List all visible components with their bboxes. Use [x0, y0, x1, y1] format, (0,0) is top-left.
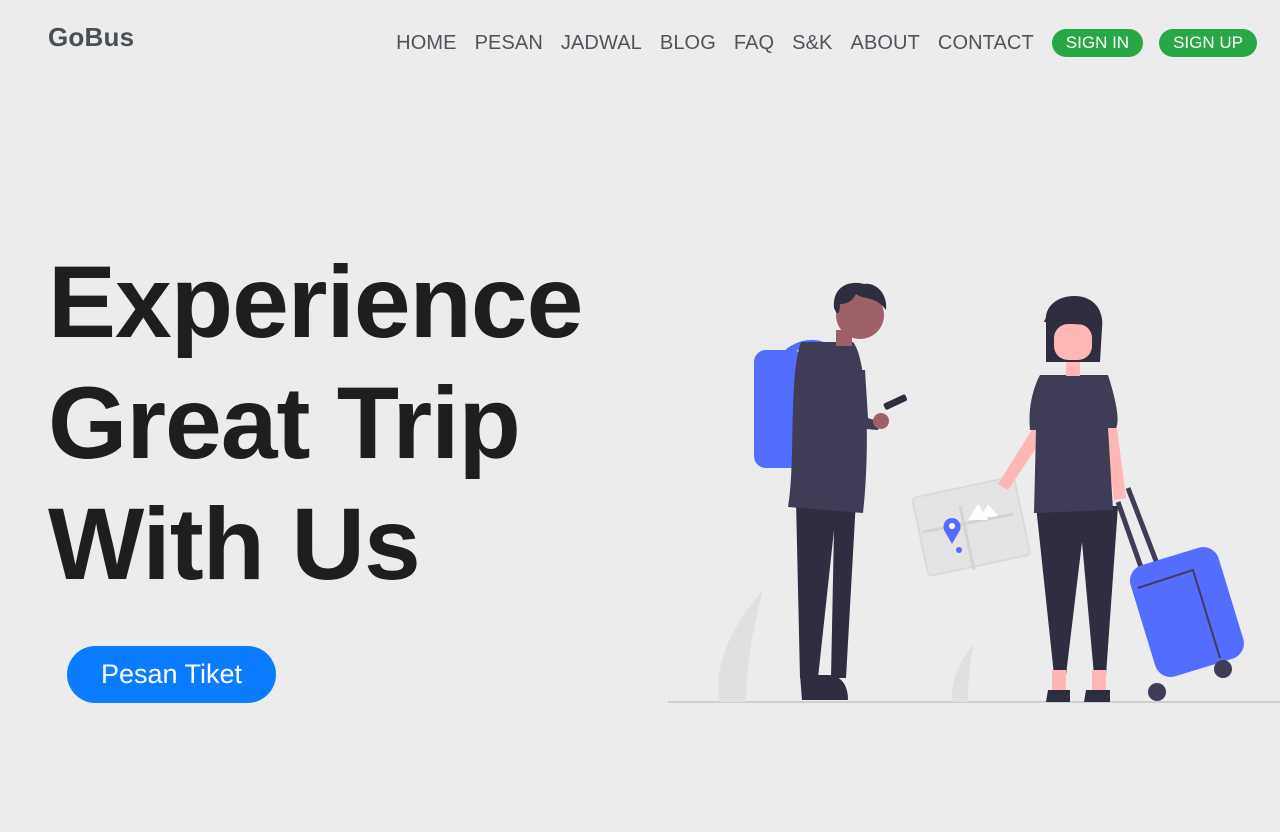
hero-title-line-3: With Us [48, 487, 421, 601]
man-legs [796, 500, 856, 678]
nav-snk[interactable]: S&K [792, 28, 832, 58]
hero-title-line-2: Great Trip [48, 366, 521, 480]
nav-blog[interactable]: BLOG [660, 28, 716, 58]
woman-legs [1036, 506, 1118, 675]
suitcase [1129, 547, 1244, 677]
woman-shoe [1084, 690, 1110, 702]
phone [883, 394, 908, 410]
man-hand [873, 413, 889, 429]
nav-pesan[interactable]: PESAN [475, 28, 543, 58]
woman-face [1054, 324, 1092, 360]
map-pin-dot [949, 523, 955, 529]
woman-torso [1029, 375, 1118, 513]
leaf-shape [952, 645, 973, 702]
pesan-tiket-button[interactable]: Pesan Tiket [67, 646, 276, 703]
woman-ankle [1052, 670, 1066, 692]
woman-ankle [1092, 670, 1106, 692]
map-dot [956, 547, 962, 553]
hero-title-line-1: Experience [48, 245, 583, 359]
suitcase-wheel [1214, 660, 1232, 678]
suitcase-wheel [1148, 683, 1166, 701]
nav-about[interactable]: ABOUT [851, 28, 920, 58]
suitcase-handle [1125, 487, 1161, 567]
nav-jadwal[interactable]: JADWAL [561, 28, 642, 58]
sign-up-button[interactable]: SIGN UP [1159, 29, 1257, 57]
nav-faq[interactable]: FAQ [734, 28, 774, 58]
main-nav: HOME PESAN JADWAL BLOG FAQ S&K ABOUT CON… [396, 28, 1257, 58]
nav-contact[interactable]: CONTACT [938, 28, 1034, 58]
nav-home[interactable]: HOME [396, 28, 456, 58]
woman-shoe [1046, 690, 1070, 702]
hero-title: Experience Great Trip With Us [48, 242, 583, 605]
brand-logo[interactable]: GoBus [48, 22, 134, 53]
travelers-illustration-icon [668, 282, 1280, 703]
man-shoe [800, 675, 848, 700]
sign-in-button[interactable]: SIGN IN [1051, 29, 1144, 57]
leaf-shape [718, 590, 763, 702]
